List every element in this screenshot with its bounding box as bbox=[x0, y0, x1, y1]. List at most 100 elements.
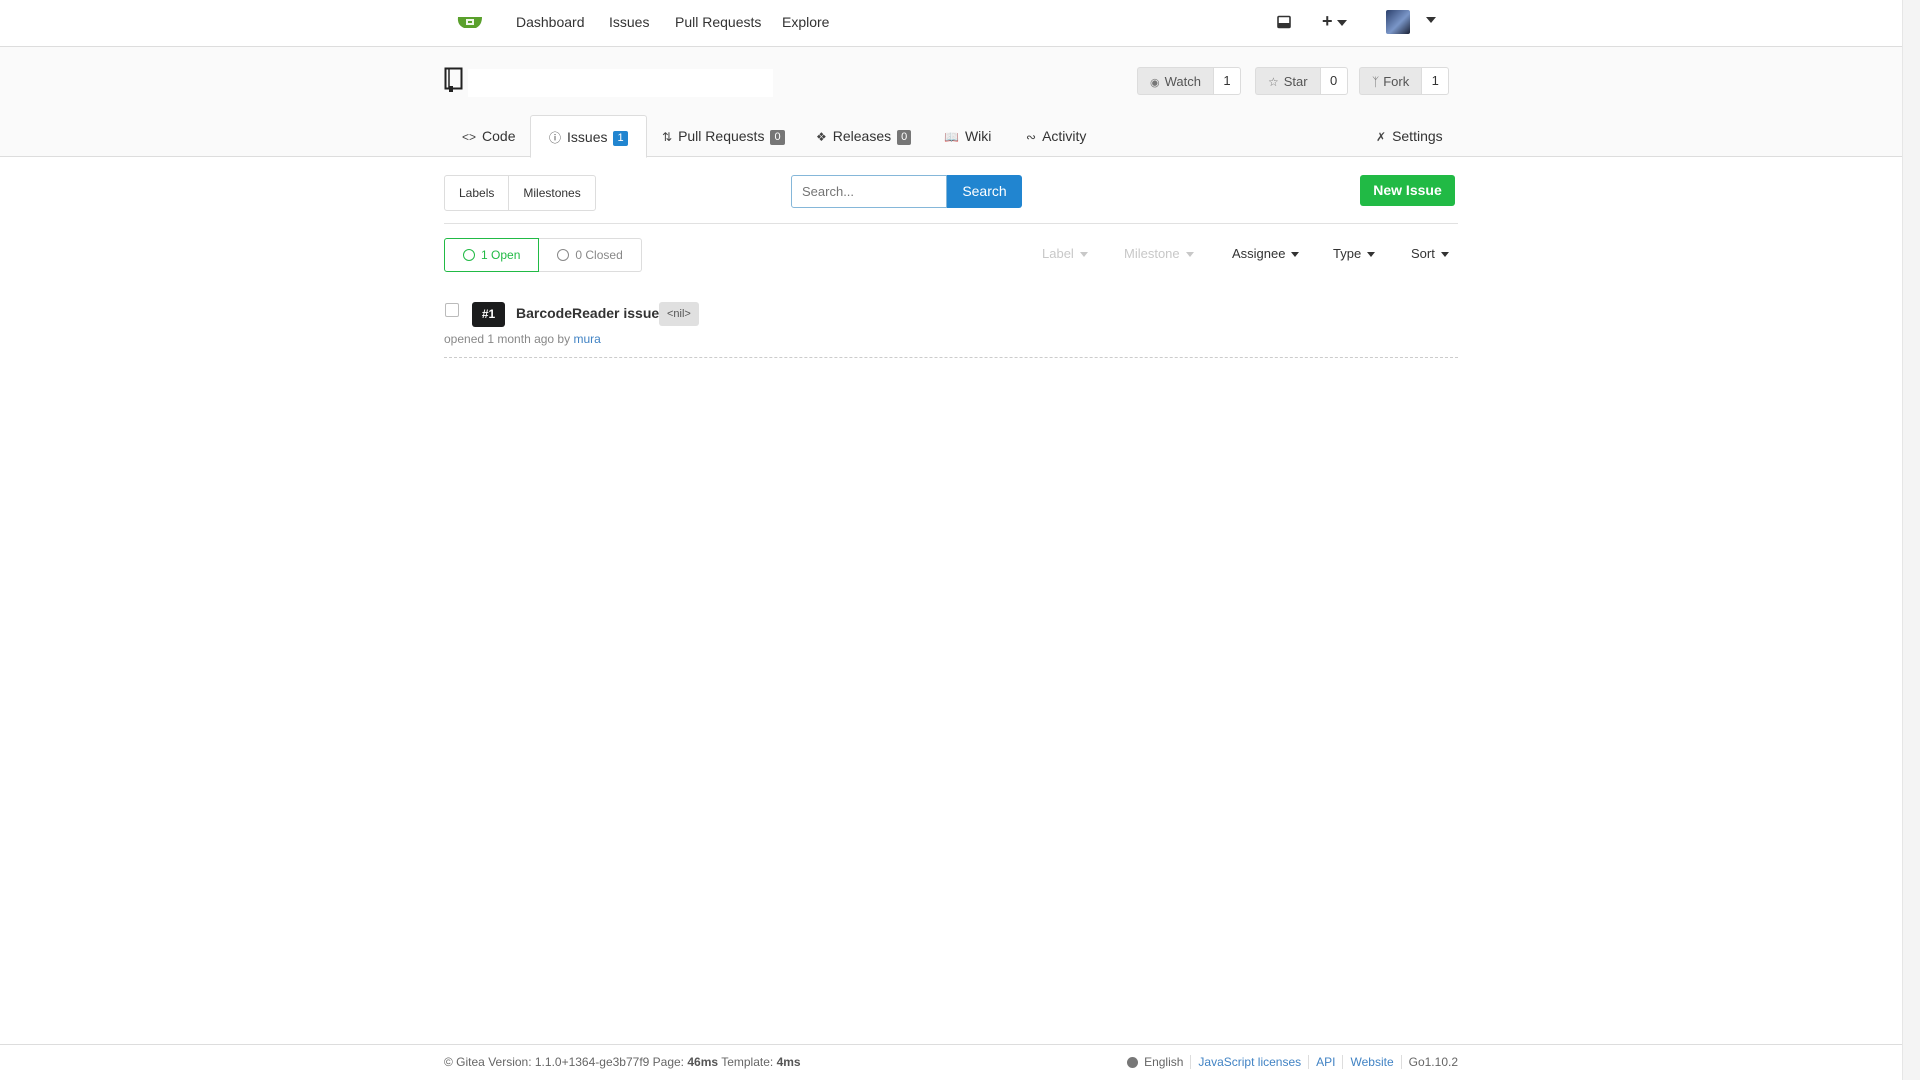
assignee-filter-dropdown[interactable]: Assignee bbox=[1232, 246, 1300, 261]
pulse-icon: ∾ bbox=[1026, 130, 1037, 144]
inbox-icon[interactable] bbox=[1277, 15, 1291, 29]
repo-tabs: <> Code ⓘ Issues 1 ⇅ Pull Requests 0 ❖ Release… bbox=[444, 115, 1458, 158]
issue-opened-icon: ⓘ bbox=[549, 131, 562, 145]
search-button[interactable]: Search bbox=[947, 175, 1022, 208]
navbar-inner: Dashboard Issues Pull Requests Explore + bbox=[444, 0, 1458, 46]
tab-wiki-label: Wiki bbox=[964, 128, 992, 144]
repo-book-icon bbox=[444, 67, 463, 92]
issue-row-divider bbox=[444, 357, 1458, 358]
issue-state-tabs: 1 Open 0 Closed bbox=[444, 238, 642, 272]
fork-button[interactable]: ᛉ Fork bbox=[1359, 67, 1422, 95]
tab-issues-label: Issues bbox=[567, 129, 608, 145]
toolbar-divider bbox=[444, 223, 1458, 224]
milestone-filter-dropdown[interactable]: Milestone bbox=[1124, 246, 1194, 261]
git-pull-request-icon: ⇅ bbox=[662, 130, 673, 144]
star-label: Star bbox=[1283, 74, 1308, 89]
chevron-down-icon bbox=[1079, 252, 1088, 258]
footer-version-info: © Gitea Version: 1.1.0+1364-ge3b77f9 Pag… bbox=[444, 1055, 801, 1069]
open-issues-tab[interactable]: 1 Open bbox=[444, 238, 540, 272]
tab-pull-requests[interactable]: ⇅ Pull Requests 0 bbox=[662, 115, 785, 157]
tools-icon: ✗ bbox=[1376, 130, 1387, 144]
issue-number-badge[interactable]: #1 bbox=[472, 302, 505, 327]
nav-issues-link[interactable]: Issues bbox=[609, 14, 649, 30]
sort-dropdown[interactable]: Sort bbox=[1411, 246, 1449, 261]
issues-count-badge: 1 bbox=[613, 131, 628, 146]
issue-search-input[interactable] bbox=[791, 175, 947, 208]
code-icon: <> bbox=[462, 130, 477, 144]
footer-separator bbox=[1400, 1055, 1402, 1069]
issue-author-link[interactable]: mura bbox=[573, 332, 600, 346]
issue-meta-text: opened 1 month ago by bbox=[444, 332, 571, 346]
nav-explore-link[interactable]: Explore bbox=[782, 14, 829, 30]
tab-code[interactable]: <> Code bbox=[462, 115, 515, 157]
issue-meta: opened 1 month ago by mura bbox=[444, 332, 601, 346]
issue-opened-icon bbox=[463, 249, 475, 261]
watch-label: Watch bbox=[1164, 74, 1201, 89]
milestones-button[interactable]: Milestones bbox=[508, 176, 594, 210]
user-avatar[interactable] bbox=[1386, 10, 1410, 34]
language-selector[interactable]: English bbox=[1144, 1055, 1183, 1069]
chevron-down-icon bbox=[1336, 20, 1347, 27]
tab-activity-label: Activity bbox=[1042, 128, 1087, 144]
watch-button[interactable]: ◉ Watch bbox=[1137, 67, 1213, 95]
issue-closed-icon bbox=[557, 249, 570, 261]
footer-template-text: Template: bbox=[721, 1055, 774, 1069]
footer-separator bbox=[1342, 1055, 1344, 1069]
labels-milestones-group: Labels Milestones bbox=[444, 175, 596, 211]
labels-button[interactable]: Labels bbox=[445, 176, 508, 210]
issue-title-link[interactable]: BarcodeReader issues bbox=[516, 305, 667, 321]
watch-count[interactable]: 1 bbox=[1212, 67, 1241, 95]
issue-label-badge[interactable]: <nil> bbox=[659, 302, 699, 326]
footer-page-time: 46ms bbox=[687, 1055, 719, 1069]
vertical-scrollbar[interactable] bbox=[1902, 0, 1920, 1080]
tab-releases[interactable]: ❖ Releases 0 bbox=[816, 115, 912, 157]
tab-issues[interactable]: ⓘ Issues 1 bbox=[530, 115, 647, 158]
avatar-chevron-down-icon[interactable] bbox=[1426, 17, 1436, 23]
gitea-logo-icon[interactable] bbox=[456, 12, 484, 34]
star-button[interactable]: ☆ Star bbox=[1255, 67, 1320, 95]
type-filter-dropdown[interactable]: Type bbox=[1333, 246, 1376, 261]
footer-separator bbox=[1190, 1055, 1192, 1069]
milestone-filter-text: Milestone bbox=[1124, 246, 1180, 261]
issue-select-checkbox[interactable] bbox=[445, 303, 459, 317]
new-issue-button[interactable]: New Issue bbox=[1360, 175, 1455, 206]
star-button-group[interactable]: ☆ Star 0 bbox=[1255, 67, 1348, 95]
page-footer: © Gitea Version: 1.1.0+1364-ge3b77f9 Pag… bbox=[0, 1044, 1902, 1080]
fork-button-group[interactable]: ᛉ Fork 1 bbox=[1359, 67, 1450, 95]
pulls-count-badge: 0 bbox=[770, 130, 785, 145]
tab-releases-label: Releases bbox=[832, 128, 892, 144]
watch-button-group[interactable]: ◉ Watch 1 bbox=[1137, 67, 1241, 95]
footer-template-time: 4ms bbox=[776, 1055, 801, 1069]
footer-separator bbox=[1308, 1055, 1310, 1069]
label-filter-dropdown[interactable]: Label bbox=[1042, 246, 1088, 261]
tab-wiki[interactable]: 📖 Wiki bbox=[944, 115, 991, 157]
js-licenses-link[interactable]: JavaScript licenses bbox=[1198, 1055, 1301, 1069]
type-filter-text: Type bbox=[1333, 246, 1362, 261]
sort-text: Sort bbox=[1411, 246, 1435, 261]
open-issues-label: 1 Open bbox=[481, 248, 521, 262]
tab-settings-label: Settings bbox=[1392, 128, 1443, 144]
api-link[interactable]: API bbox=[1316, 1055, 1335, 1069]
nav-dashboard-link[interactable]: Dashboard bbox=[516, 14, 585, 30]
tab-pull-requests-label: Pull Requests bbox=[678, 128, 765, 144]
tab-settings[interactable]: ✗ Settings bbox=[1376, 115, 1443, 157]
closed-issues-tab[interactable]: 0 Closed bbox=[539, 238, 642, 272]
create-menu[interactable]: + bbox=[1322, 11, 1347, 32]
chevron-down-icon bbox=[1185, 252, 1194, 258]
fork-icon: ᛉ bbox=[1372, 75, 1380, 89]
footer-links: English JavaScript licenses API Website … bbox=[1127, 1055, 1458, 1069]
repo-title bbox=[468, 69, 773, 97]
tab-activity[interactable]: ∾ Activity bbox=[1026, 115, 1086, 157]
label-filter-text: Label bbox=[1042, 246, 1074, 261]
chevron-down-icon bbox=[1440, 252, 1449, 258]
chevron-down-icon bbox=[1367, 252, 1376, 258]
star-count[interactable]: 0 bbox=[1319, 67, 1348, 95]
tag-icon: ❖ bbox=[816, 130, 827, 144]
repo-header: ◉ Watch 1 ☆ Star 0 ᛉ Fork 1 <> Code ⓘ Issues 1… bbox=[0, 47, 1902, 158]
fork-count[interactable]: 1 bbox=[1421, 67, 1450, 95]
website-link[interactable]: Website bbox=[1350, 1055, 1393, 1069]
closed-issues-label: 0 Closed bbox=[575, 248, 623, 262]
nav-pull-requests-link[interactable]: Pull Requests bbox=[675, 14, 761, 30]
footer-version-text: © Gitea Version: 1.1.0+1364-ge3b77f9 Pag… bbox=[444, 1055, 685, 1069]
tab-code-label: Code bbox=[482, 128, 516, 144]
